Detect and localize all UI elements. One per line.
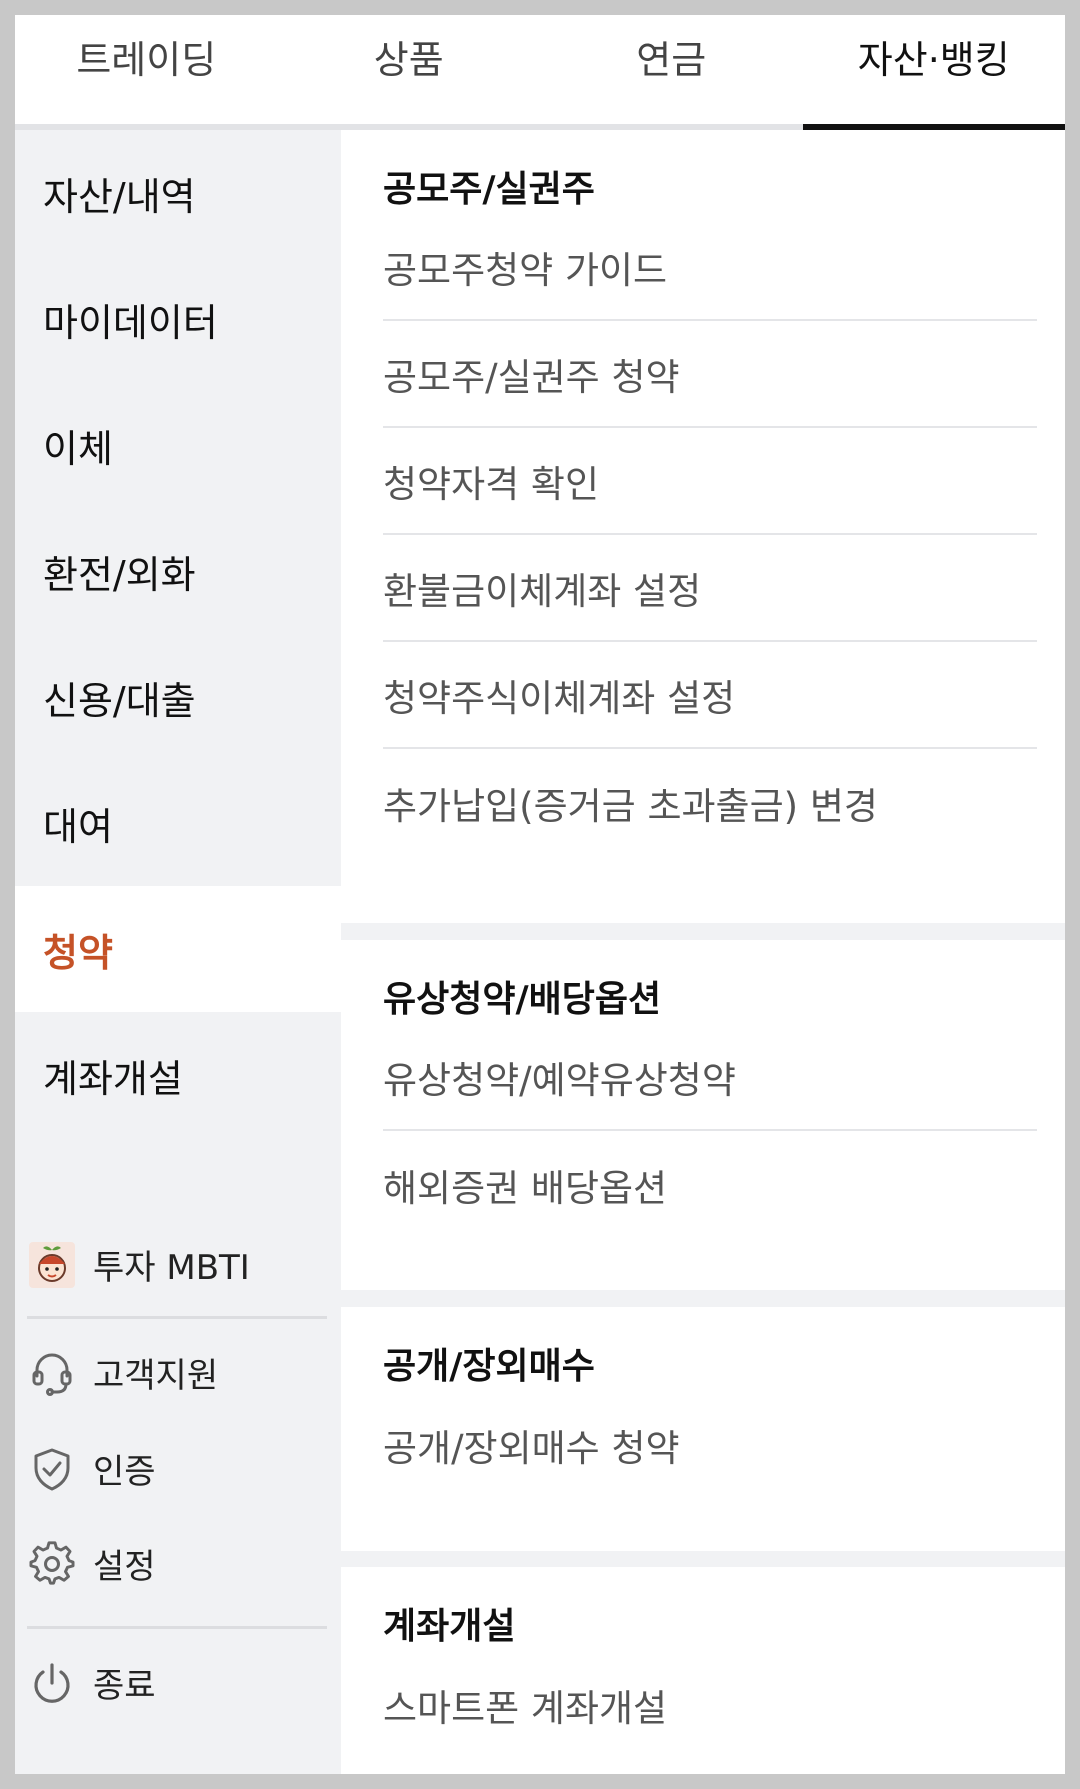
authentication-label: 인증 <box>93 1452 156 1492</box>
sidebar-item-exchange[interactable]: 환전/외화 <box>15 508 341 634</box>
utility-divider <box>27 1316 327 1319</box>
sidebar-item-account-opening[interactable]: 계좌개설 <box>15 1012 341 1138</box>
submenu-content: 공모주/실권주 공모주청약 가이드 공모주/실권주 청약 청약자격 확인 환불금… <box>341 130 1065 1774</box>
submenu-item[interactable]: 청약주식이체계좌 설정 <box>383 643 1037 749</box>
sidebar-item-assets-history[interactable]: 자산/내역 <box>15 130 341 256</box>
section-account-opening: 계좌개설 스마트폰 계좌개설 <box>341 1567 1065 1774</box>
mbti-link[interactable]: 투자 MBTI <box>29 1240 250 1289</box>
exit-link[interactable]: 종료 <box>29 1658 156 1707</box>
submenu-item[interactable]: 해외증권 배당옵션 <box>383 1132 1037 1238</box>
sidebar: 자산/내역 마이데이터 이체 환전/외화 신용/대출 대여 청약 계좌개설 투자… <box>15 130 341 1774</box>
utility-divider <box>27 1626 327 1629</box>
sidebar-item-credit-loan[interactable]: 신용/대출 <box>15 634 341 760</box>
settings-label: 설정 <box>93 1547 156 1587</box>
section-ipo: 공모주/실권주 공모주청약 가이드 공모주/실권주 청약 청약자격 확인 환불금… <box>341 130 1065 923</box>
submenu-item[interactable]: 환불금이체계좌 설정 <box>383 536 1037 642</box>
settings-link[interactable]: 설정 <box>29 1539 156 1588</box>
sidebar-item-lending[interactable]: 대여 <box>15 760 341 886</box>
mbti-avatar-icon <box>29 1241 75 1288</box>
tab-products[interactable]: 상품 <box>278 15 541 124</box>
shield-check-icon <box>29 1446 75 1492</box>
submenu-item[interactable]: 공모주/실권주 청약 <box>383 322 1037 428</box>
authentication-link[interactable]: 인증 <box>29 1444 156 1493</box>
submenu-item[interactable]: 청약자격 확인 <box>383 429 1037 535</box>
submenu-item[interactable]: 유상청약/예약유상청약 <box>383 1025 1037 1131</box>
section-rights-offering: 유상청약/배당옵션 유상청약/예약유상청약 해외증권 배당옵션 <box>341 940 1065 1290</box>
customer-support-label: 고객지원 <box>93 1356 219 1396</box>
customer-support-link[interactable]: 고객지원 <box>29 1348 218 1397</box>
submenu-item[interactable]: 공개/장외매수 청약 <box>383 1392 1037 1498</box>
tab-trading[interactable]: 트레이딩 <box>15 15 278 124</box>
headset-icon <box>29 1350 75 1396</box>
submenu-item[interactable]: 추가납입(증거금 초과출금) 변경 <box>383 750 1037 856</box>
sidebar-item-mydata[interactable]: 마이데이터 <box>15 256 341 382</box>
exit-label: 종료 <box>93 1666 156 1706</box>
mbti-label: 투자 MBTI <box>93 1248 250 1288</box>
submenu-item[interactable]: 스마트폰 계좌개설 <box>383 1652 1037 1758</box>
top-tab-bar: 트레이딩 상품 연금 자산·뱅킹 <box>15 15 1065 130</box>
menu-panel: 트레이딩 상품 연금 자산·뱅킹 자산/내역 마이데이터 이체 환전/외화 신용… <box>15 15 1065 1774</box>
section-title: 공모주/실권주 <box>383 169 595 210</box>
sidebar-item-transfer[interactable]: 이체 <box>15 382 341 508</box>
tab-pension[interactable]: 연금 <box>540 15 803 124</box>
section-title: 공개/장외매수 <box>383 1346 595 1387</box>
section-title: 계좌개설 <box>383 1606 516 1647</box>
power-icon <box>29 1660 75 1706</box>
submenu-item[interactable]: 공모주청약 가이드 <box>383 215 1037 321</box>
gear-icon <box>29 1540 75 1587</box>
section-tender-offer: 공개/장외매수 공개/장외매수 청약 <box>341 1307 1065 1551</box>
tab-assets-banking[interactable]: 자산·뱅킹 <box>802 15 1066 130</box>
sidebar-item-subscription[interactable]: 청약 <box>15 886 341 1012</box>
section-title: 유상청약/배당옵션 <box>383 979 662 1020</box>
